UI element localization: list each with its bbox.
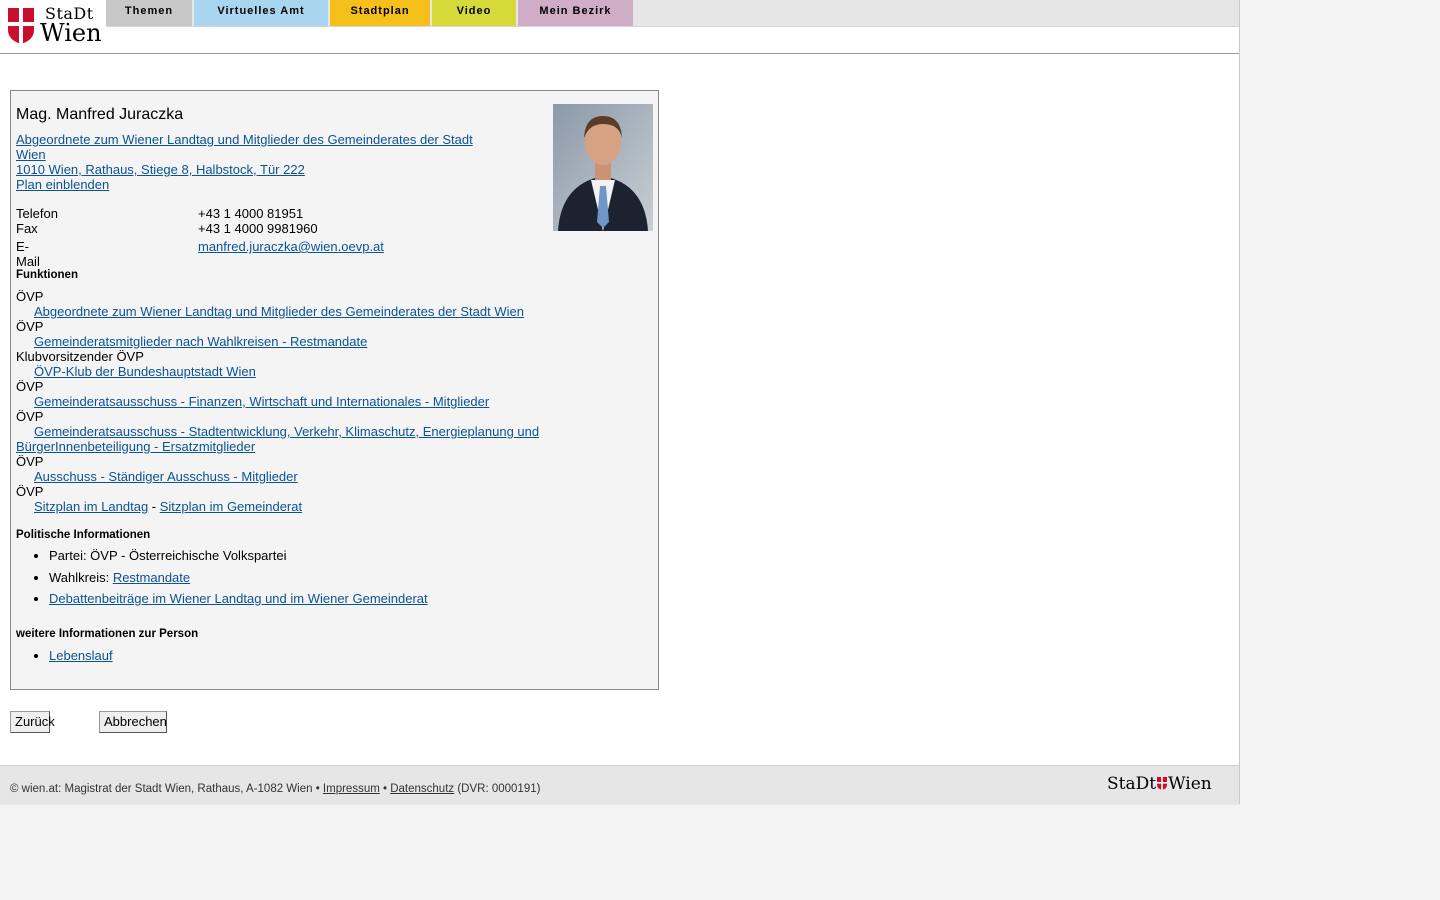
page: StaDt Wien Themen Virtuelles Amt Stadtpl… xyxy=(0,0,1240,805)
wien-shield-icon xyxy=(8,8,34,44)
function-link[interactable]: Gemeinderatsmitglieder nach Wahlkreisen … xyxy=(34,334,367,349)
function-link[interactable]: Gemeinderatsausschuss - Finanzen, Wirtsc… xyxy=(34,394,489,409)
footer-bullet: • xyxy=(379,783,391,795)
function-role: ÖVP xyxy=(16,409,44,424)
function-role: ÖVP xyxy=(16,484,44,499)
person-name: Mag. Manfred Juraczka xyxy=(16,106,184,123)
email-link[interactable]: manfred.juraczka@wien.oevp.at xyxy=(198,239,384,254)
seating-plan-gemeinderat-link[interactable]: Sitzplan im Gemeinderat xyxy=(160,499,302,514)
fax-value: +43 1 4000 9981960 xyxy=(198,221,318,236)
debates-item: Debattenbeiträge im Wiener Landtag und i… xyxy=(49,591,428,606)
footer-dvr: (DVR: 0000191) xyxy=(454,783,541,795)
party-item: Partei: ÖVP - Österreichische Volksparte… xyxy=(49,548,428,563)
wien-shield-icon xyxy=(1157,777,1168,790)
role-link[interactable]: Abgeordnete zum Wiener Landtag und Mitgl… xyxy=(16,132,473,162)
tab-virtuelles-amt[interactable]: Virtuelles Amt xyxy=(194,0,328,26)
political-info: Partei: ÖVP - Österreichische Volksparte… xyxy=(16,548,428,613)
footer: © wien.at: Magistrat der Stadt Wien, Rat… xyxy=(0,765,1239,805)
footer-text: © wien.at: Magistrat der Stadt Wien, Rat… xyxy=(10,783,540,795)
function-link[interactable]: Gemeinderatsausschuss - Stadtentwicklung… xyxy=(16,424,539,454)
header-divider xyxy=(0,53,1239,54)
party-text: Partei: ÖVP - Österreichische Volksparte… xyxy=(49,548,287,563)
functions-heading: Funktionen xyxy=(16,269,78,281)
district-link[interactable]: Restmandate xyxy=(113,570,190,585)
function-role: ÖVP xyxy=(16,454,44,469)
person-photo xyxy=(553,104,653,231)
separator: - xyxy=(148,499,160,514)
cv-link[interactable]: Lebenslauf xyxy=(49,648,113,663)
back-button[interactable]: Zurück xyxy=(10,711,55,733)
show-map-link[interactable]: Plan einblenden xyxy=(16,177,109,192)
functions-list: ÖVP Abgeordnete zum Wiener Landtag und M… xyxy=(16,289,556,514)
stadt-wien-logo[interactable]: StaDt Wien xyxy=(6,4,102,47)
footer-logo-stadt: StaDt xyxy=(1107,774,1157,794)
email-label: E-Mail xyxy=(16,239,40,269)
cancel-button[interactable]: Abbrechen xyxy=(99,711,167,733)
phone-label: Telefon xyxy=(16,206,58,221)
function-link[interactable]: ÖVP-Klub der Bundeshauptstadt Wien xyxy=(34,364,256,379)
fax-label: Fax xyxy=(16,221,38,236)
more-info: Lebenslauf xyxy=(16,648,113,663)
tab-mein-bezirk[interactable]: Mein Bezirk xyxy=(518,0,633,26)
district-item: Wahlkreis: Restmandate xyxy=(49,570,428,585)
function-role: ÖVP xyxy=(16,319,44,334)
impressum-link[interactable]: Impressum xyxy=(323,783,380,795)
function-role: Klubvorsitzender ÖVP xyxy=(16,349,144,364)
person-card: Mag. Manfred Juraczka Abgeordnete zum Wi… xyxy=(10,90,659,690)
person-info: Abgeordnete zum Wiener Landtag und Mitgl… xyxy=(16,132,486,192)
datenschutz-link[interactable]: Datenschutz xyxy=(390,783,454,795)
function-link[interactable]: Ausschuss - Ständiger Ausschuss - Mitgli… xyxy=(34,469,298,484)
function-role: ÖVP xyxy=(16,379,44,394)
more-info-heading: weitere Informationen zur Person xyxy=(16,628,199,640)
footer-logo-wien: Wien xyxy=(1168,774,1212,794)
debates-link[interactable]: Debattenbeiträge im Wiener Landtag und i… xyxy=(49,591,428,606)
phone-value: +43 1 4000 81951 xyxy=(198,206,304,221)
footer-logo[interactable]: StaDt Wien xyxy=(1107,774,1212,794)
district-label: Wahlkreis: xyxy=(49,569,113,585)
main-navigation: Themen Virtuelles Amt Stadtplan Video Me… xyxy=(106,0,1239,27)
function-link[interactable]: Abgeordnete zum Wiener Landtag und Mitgl… xyxy=(34,304,524,319)
function-role: ÖVP xyxy=(16,289,44,304)
seating-plan-landtag-link[interactable]: Sitzplan im Landtag xyxy=(34,499,148,514)
political-heading: Politische Informationen xyxy=(16,529,151,541)
address-link[interactable]: 1010 Wien, Rathaus, Stiege 8, Halbstock,… xyxy=(16,162,305,177)
logo-text-wien: Wien xyxy=(40,19,102,47)
tab-stadtplan[interactable]: Stadtplan xyxy=(330,0,430,26)
tab-themen[interactable]: Themen xyxy=(106,0,192,26)
footer-copyright: © wien.at: Magistrat der Stadt Wien, Rat… xyxy=(10,783,323,795)
tab-video[interactable]: Video xyxy=(432,0,516,26)
cv-item: Lebenslauf xyxy=(49,648,113,663)
